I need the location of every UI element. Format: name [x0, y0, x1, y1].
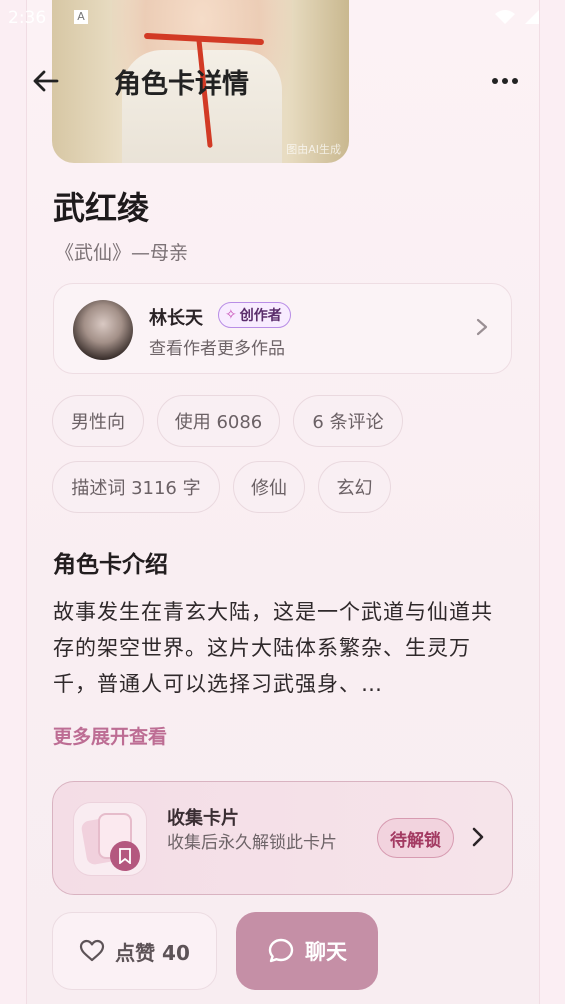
intro-section-title: 角色卡介绍: [53, 552, 168, 578]
author-more-works-link: 查看作者更多作品: [149, 339, 285, 359]
tag-chip[interactable]: 玄幻: [318, 461, 391, 513]
bookmark-icon: [110, 841, 140, 871]
author-name: 林长天: [149, 308, 203, 329]
more-dots-icon: [492, 78, 498, 84]
notification-icon: A: [74, 10, 88, 24]
tag-chip[interactable]: 修仙: [233, 461, 305, 513]
status-time: 2:36: [8, 8, 47, 28]
like-label: 点赞 40: [115, 940, 190, 965]
tag-chip[interactable]: 6 条评论: [293, 395, 403, 447]
creator-badge: ✧ 创作者: [218, 302, 291, 328]
tag-chip[interactable]: 男性向: [52, 395, 144, 447]
chat-label: 聊天: [305, 940, 347, 964]
collect-description: 收集后永久解锁此卡片: [167, 833, 337, 853]
expand-more-link[interactable]: 更多展开查看: [53, 722, 167, 749]
intro-text: 故事发生在青玄大陆，这是一个武道与仙道共存的架空世界。这片大陆体系繁杂、生灵万千…: [53, 600, 493, 696]
collect-title: 收集卡片: [167, 808, 239, 829]
character-name: 武红绫: [53, 189, 150, 227]
heart-icon: [79, 939, 105, 962]
collect-card[interactable]: 收集卡片 收集后永久解锁此卡片 待解锁: [52, 781, 513, 895]
author-avatar: [73, 300, 133, 360]
ai-watermark: 图由AI生成: [286, 143, 341, 156]
more-options-button[interactable]: [486, 66, 524, 96]
card-collection-icon: [73, 802, 147, 876]
chat-button[interactable]: 聊天: [236, 912, 378, 990]
chevron-right-icon: [476, 318, 488, 336]
character-subtitle: 《武仙》—母亲: [55, 242, 189, 264]
tag-chip[interactable]: 描述词 3116 字: [52, 461, 220, 513]
arrow-left-icon: [33, 70, 59, 92]
sparkle-icon: ✧: [225, 307, 237, 323]
status-icons: [491, 8, 551, 30]
unlock-status-badge: 待解锁: [377, 818, 454, 858]
author-card[interactable]: 林长天 ✧ 创作者 查看作者更多作品: [53, 283, 512, 374]
chevron-right-icon: [472, 827, 484, 847]
page-title: 角色卡详情: [114, 69, 249, 100]
back-button[interactable]: [28, 64, 62, 98]
tag-chip[interactable]: 使用 6086: [157, 395, 280, 447]
chat-bubble-icon: [268, 938, 294, 963]
like-button[interactable]: 点赞 40: [52, 912, 217, 990]
